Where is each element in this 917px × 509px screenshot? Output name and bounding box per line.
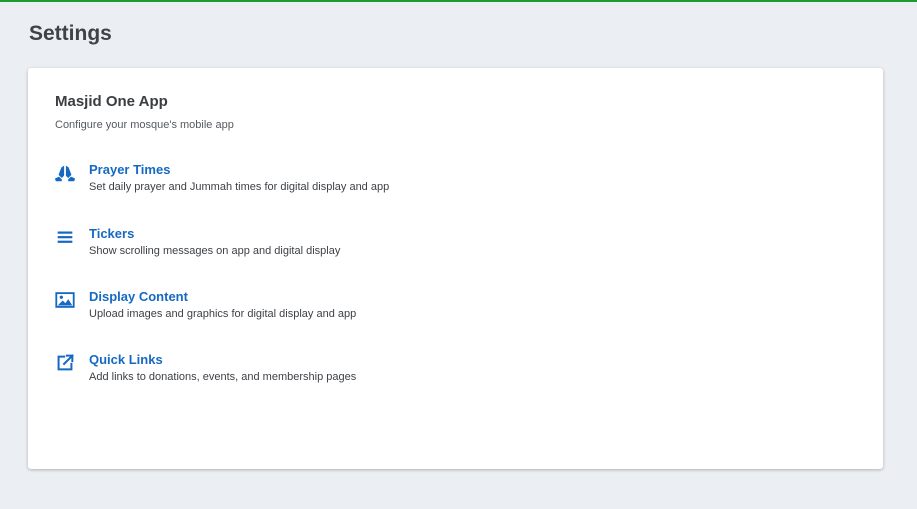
prayer-times-label: Prayer Times [89,162,171,177]
top-accent-bar [0,0,917,2]
masjid-one-app-card: Masjid One App Configure your mosque's m… [28,68,883,469]
tickers-description: Show scrolling messages on app and digit… [89,245,341,257]
prayer-times-description: Set daily prayer and Jummah times for di… [89,181,390,193]
tickers-label: Tickers [89,226,135,241]
card-subtitle: Configure your mosque's mobile app [55,119,234,131]
card-title: Masjid One App [55,93,168,110]
quick-links-description: Add links to donations, events, and memb… [89,371,357,383]
image-icon [54,289,76,311]
display-content-label: Display Content [89,289,188,304]
tickers-link[interactable]: Tickers Show scrolling messages on app a… [54,226,554,266]
display-content-description: Upload images and graphics for digital d… [89,308,357,320]
external-link-icon [54,352,76,374]
quick-links-link[interactable]: Quick Links Add links to donations, even… [54,352,554,392]
praying-hands-icon [54,162,76,184]
list-lines-icon [54,226,76,248]
quick-links-label: Quick Links [89,352,163,367]
display-content-link[interactable]: Display Content Upload images and graphi… [54,289,554,329]
page-title: Settings [29,22,112,45]
prayer-times-link[interactable]: Prayer Times Set daily prayer and Jummah… [54,162,554,202]
